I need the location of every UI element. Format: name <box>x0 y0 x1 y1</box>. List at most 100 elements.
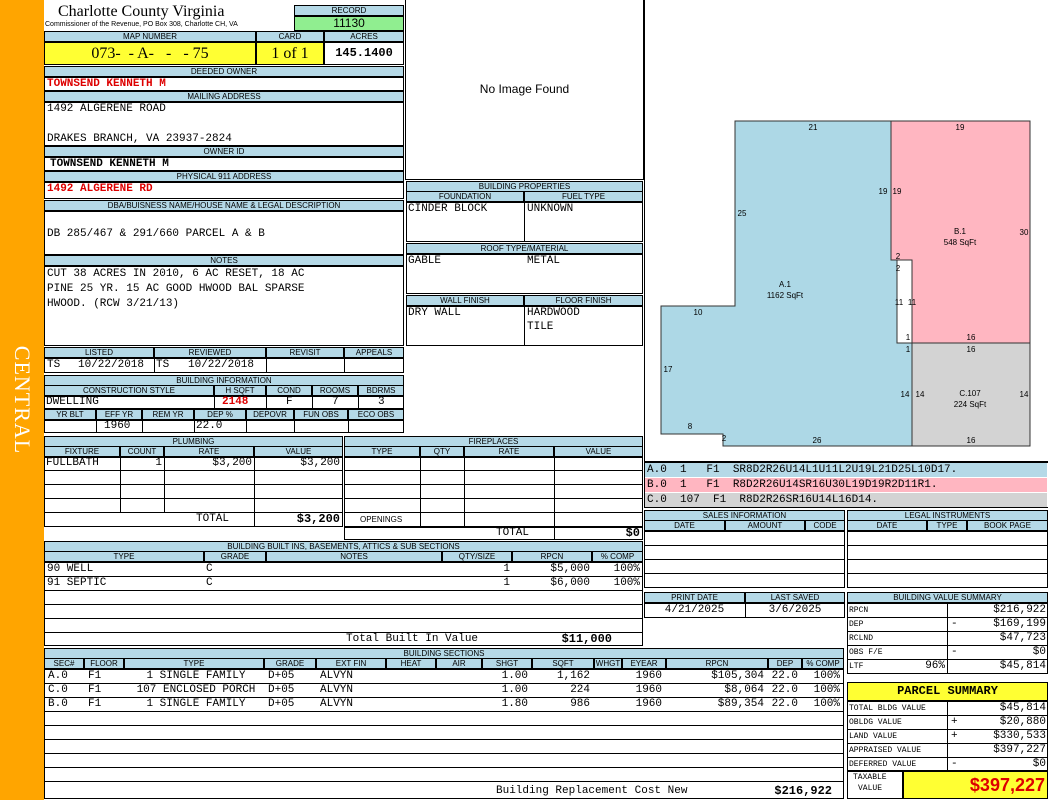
bvs-label-rpcn: RPCN <box>849 606 869 615</box>
section-cell-sqft: 224 <box>570 684 590 696</box>
owner-id: TOWNSEND KENNETH M <box>50 158 169 170</box>
bvs-label-ltf: LTF <box>849 662 864 671</box>
dim-label: 19 <box>893 187 902 196</box>
notes-header: NOTES <box>44 255 404 266</box>
plumbing-rate: $3,200 <box>212 457 252 469</box>
section-cell-sec: B.0 <box>48 698 68 710</box>
remyr-header: REM YR <box>142 409 194 420</box>
section-cell-sec: C.0 <box>48 684 68 696</box>
sections-col-header: TYPE <box>124 658 264 669</box>
sections-col-header: EYEAR <box>622 658 666 669</box>
plumbing-col-value: VALUE <box>254 446 343 457</box>
taxable-label-2: VALUE <box>858 784 883 793</box>
reviewed-by: TS <box>156 359 170 371</box>
card-value: 1 of 1 <box>271 45 309 62</box>
parcel-label-deferred: DEFERRED VALUE <box>849 760 917 769</box>
sections-col-header: FLOOR <box>84 658 124 669</box>
print-date: 4/21/2025 <box>664 604 725 616</box>
dim-label: 2 <box>896 264 901 273</box>
section-cell-ext: ALVYN <box>320 684 354 696</box>
wall-header: WALL FINISH <box>406 295 524 306</box>
dim-label: 16 <box>967 436 976 445</box>
built-in-grade-2: C <box>206 577 213 589</box>
notes-line-3: HWOOD. (RCW 3/21/13) <box>47 298 180 310</box>
section-cell-rpcn: $8,064 <box>724 684 764 696</box>
section-cell-type: 1 SINGLE FAMILY <box>146 670 246 682</box>
brcn-value: $216,922 <box>774 784 832 798</box>
section-cell-sqft: 986 <box>570 698 590 710</box>
fuel-value: UNKNOWN <box>527 203 574 215</box>
built-in-total-label: Total Built In Value <box>346 633 479 645</box>
section-cell-comp: 100% <box>813 698 840 710</box>
fireplaces-col-value: VALUE <box>554 446 643 457</box>
plumbing-total: $3,200 <box>296 512 340 526</box>
deeded-owner: TOWNSEND KENNETH M <box>47 78 166 90</box>
physical-address-header: PHYSICAL 911 ADDRESS <box>44 171 404 182</box>
dep-header: DEP % <box>194 409 246 420</box>
parcel-summary-title: PARCEL SUMMARY <box>897 684 998 698</box>
dim-label: 14 <box>1020 390 1029 399</box>
last-saved-header: LAST SAVED <box>745 592 845 603</box>
built-ins-col-type: TYPE <box>44 551 204 562</box>
section-cell-rpcn: $89,354 <box>717 698 764 710</box>
record-header: RECORD <box>294 5 404 16</box>
record-value: 11130 <box>294 16 404 31</box>
section-cell-grade: D+05 <box>268 684 295 696</box>
bdrms-value: 3 <box>378 396 385 408</box>
listed-header: LISTED <box>44 347 154 358</box>
rooms-value: 7 <box>332 396 339 408</box>
owner-id-header: OWNER ID <box>44 146 404 157</box>
area-a-name: A.1 <box>779 280 792 289</box>
built-in-total: $11,000 <box>561 632 612 646</box>
bvs-label-obs: OBS F/E <box>849 648 883 657</box>
mailing-line-2: DRAKES BRANCH, VA 23937-2824 <box>47 133 232 145</box>
area-c-sqft: 224 SqFt <box>954 400 987 409</box>
parcel-label-land: LAND VALUE <box>849 732 898 741</box>
parcel-label-appraised: APPRAISED VALUE <box>849 746 922 755</box>
sections-col-header: SQFT <box>532 658 594 669</box>
sections-col-header: SEC# <box>44 658 84 669</box>
built-in-type-1: 90 WELL <box>47 563 94 575</box>
foundation-value: CINDER BLOCK <box>408 203 488 215</box>
legal-col-date: DATE <box>847 520 927 531</box>
section-cell-sqft: 1,162 <box>556 670 590 682</box>
section-cell-eyear: 1960 <box>635 670 662 682</box>
plumbing-col-fixture: FIXTURE <box>44 446 120 457</box>
dim-label: 2 <box>722 434 727 443</box>
bvs-value-dep: $169,199 <box>993 618 1046 630</box>
dim-label: 11 <box>895 298 904 307</box>
dim-label: 2 <box>896 252 901 261</box>
ecoobs-header: ECO OBS <box>348 409 404 420</box>
bvs-pct-ltf: 96% <box>925 660 945 672</box>
sales-col-amount: AMOUNT <box>725 520 805 531</box>
legal-description-header: DBA/BUISNESS NAME/HOUSE NAME & LEGAL DES… <box>44 200 404 211</box>
fireplaces-total-label: TOTAL <box>496 527 530 539</box>
sketch-code-a: A.0 1 F1 SR8D2R26U14L1U11L2U19L21D25L10D… <box>645 463 1047 477</box>
sections-col-header: DEP <box>768 658 802 669</box>
sections-col-header: % COMP <box>802 658 844 669</box>
dim-label: 16 <box>967 345 976 354</box>
section-cell-grade: D+05 <box>268 698 295 710</box>
section-cell-eyear: 1960 <box>635 698 662 710</box>
rooms-header: ROOMS <box>312 385 358 396</box>
mailing-address-header: MAILING ADDRESS <box>44 91 404 102</box>
effyr-value: 1960 <box>104 420 131 432</box>
plumbing-value: $3,200 <box>300 457 340 469</box>
section-cell-shgt: 1.00 <box>501 670 528 682</box>
parcel-value-land: $330,533 <box>993 730 1046 742</box>
dim-label: 26 <box>813 436 822 445</box>
roof-type: GABLE <box>408 255 442 267</box>
area-c-name: C.107 <box>959 389 981 398</box>
sections-col-header: RPCN <box>666 658 768 669</box>
wall-value: DRY WALL <box>408 307 461 319</box>
fireplaces-openings-label: OPENINGS <box>360 515 403 524</box>
section-cell-type: 1 SINGLE FAMILY <box>146 698 246 710</box>
section-cell-shgt: 1.00 <box>501 684 528 696</box>
card-header: CARD <box>256 31 324 42</box>
reviewed-header: REVIEWED <box>154 347 266 358</box>
effyr-header: EFF YR <box>96 409 142 420</box>
listed-by: TS <box>47 359 61 371</box>
legal-description: DB 285/467 & 291/660 PARCEL A & B <box>47 228 265 240</box>
built-in-comp-1: 100% <box>613 563 640 575</box>
section-cell-ext: ALVYN <box>320 698 354 710</box>
